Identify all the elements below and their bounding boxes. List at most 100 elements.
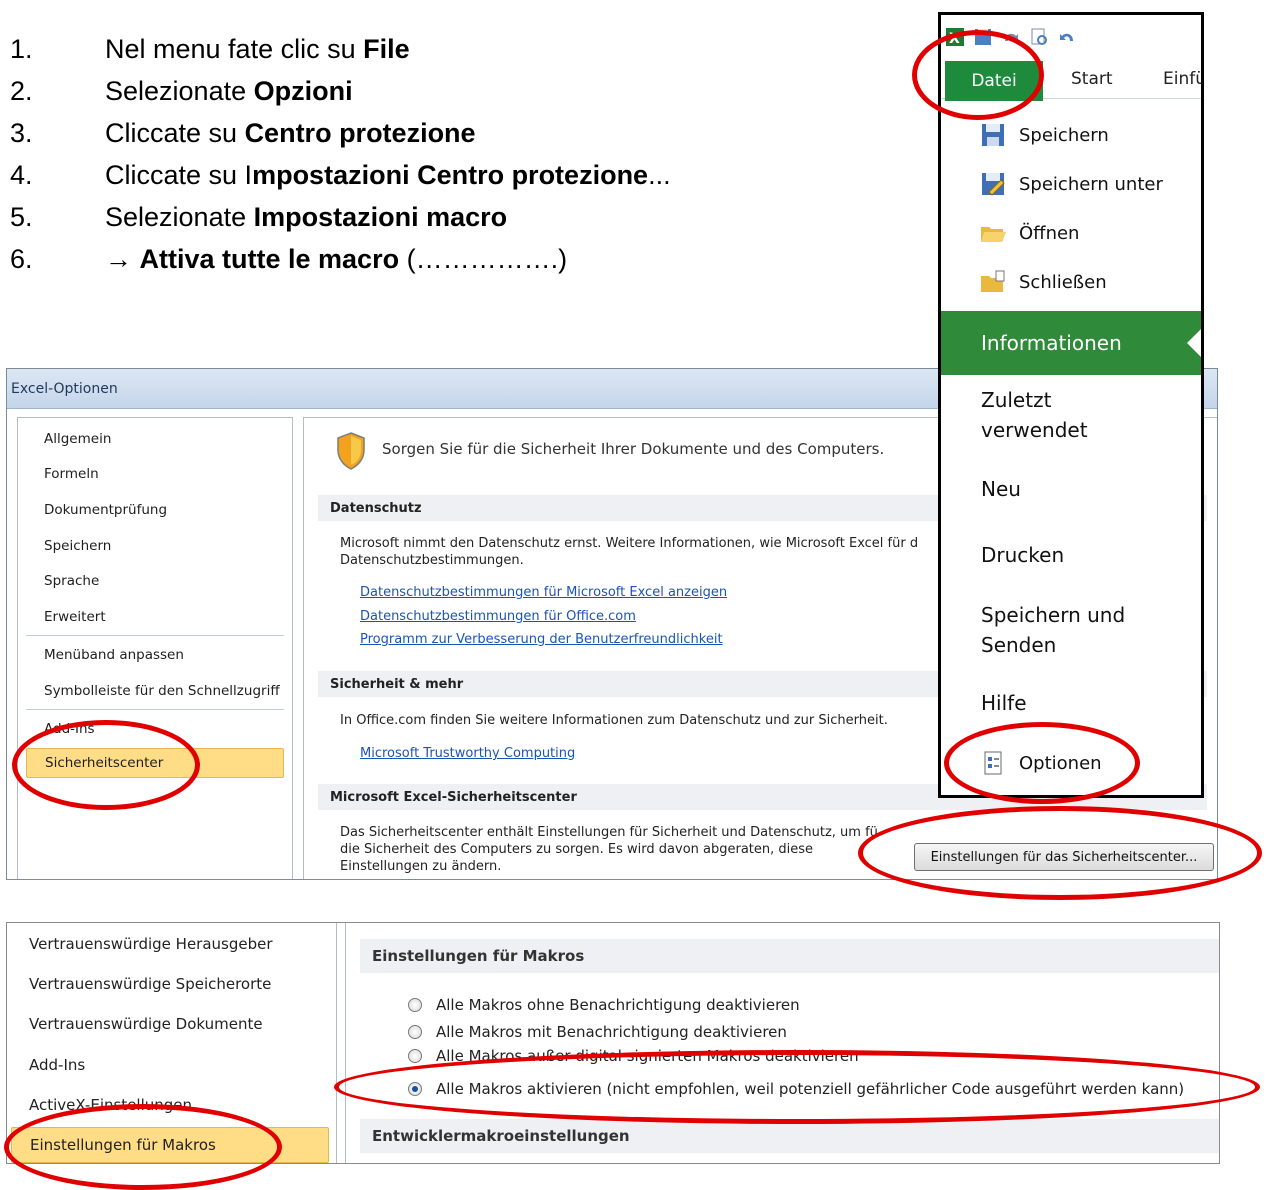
nav-item-sprache[interactable]: Sprache xyxy=(26,566,284,596)
ribbon-tab-row: Datei Start Einfü xyxy=(941,59,1201,101)
nav-item-sicherheitscenter[interactable]: Sicherheitscenter xyxy=(26,748,284,778)
step-text: → Attiva tutte le macro (…………….) xyxy=(105,244,567,275)
nav-item-schnellzugriff[interactable]: Symbolleiste für den Schnellzugriff xyxy=(26,676,284,706)
save-icon xyxy=(982,124,1004,146)
step-number: 5. xyxy=(10,201,33,232)
nav-item-dokumentpruefung[interactable]: Dokumentprüfung xyxy=(26,495,284,525)
step-plain: Selezionate xyxy=(105,201,254,232)
excel-icon: X xyxy=(946,28,964,47)
step-text: Cliccate su Impostazioni Centro protezio… xyxy=(105,160,671,191)
radio-option-disable-no-notify[interactable]: Alle Makros ohne Benachrichtigung deakti… xyxy=(408,993,800,1017)
step-number: 3. xyxy=(10,117,33,148)
step-plain: ... xyxy=(648,159,671,190)
trust-center-line: Einstellungen zu ändern. xyxy=(340,859,502,874)
radio-option-disable-except-signed[interactable]: Alle Makros außer digital signierten Mak… xyxy=(408,1047,859,1065)
nav-item-add-ins[interactable]: Add-Ins xyxy=(26,714,284,744)
step-bold: Impostazioni macro xyxy=(253,201,508,232)
sicherheit-text: In Office.com finden Sie weitere Informa… xyxy=(340,713,888,728)
radio-button[interactable] xyxy=(408,1049,422,1063)
file-menu-label: Speichern unter xyxy=(1019,173,1163,195)
radio-label: Alle Makros ohne Benachrichtigung deakti… xyxy=(436,996,800,1014)
nav-vertrauenswuerdige-herausgeber[interactable]: Vertrauenswürdige Herausgeber xyxy=(11,926,329,962)
link-benutzerfreundlichkeit[interactable]: Programm zur Verbesserung der Benutzerfr… xyxy=(360,632,723,647)
nav-vertrauenswuerdige-speicherorte[interactable]: Vertrauenswürdige Speicherorte xyxy=(11,966,329,1002)
file-menu-oeffnen[interactable]: Öffnen xyxy=(941,219,1201,247)
nav-item-speichern[interactable]: Speichern xyxy=(26,531,284,561)
datenschutz-line: Microsoft nimmt den Datenschutz ernst. W… xyxy=(340,536,919,551)
file-menu-speichern-unter[interactable]: Speichern unter xyxy=(941,170,1201,198)
step-3: 3. Cliccate su Centro protezione xyxy=(10,112,910,154)
file-menu-label: Zuletzt xyxy=(981,388,1052,412)
section-makro-einstellungen: Einstellungen für Makros xyxy=(360,939,1219,973)
step-plain: Cliccate su xyxy=(105,117,245,148)
link-datenschutz-office[interactable]: Datenschutzbestimmungen für Office.com xyxy=(360,609,636,624)
link-datenschutz-excel[interactable]: Datenschutzbestimmungen für Microsoft Ex… xyxy=(360,585,727,600)
radio-button[interactable] xyxy=(408,998,422,1012)
step-plain: Selezionate xyxy=(105,75,254,106)
nav-item-erweitert[interactable]: Erweitert xyxy=(26,602,284,632)
radio-button[interactable] xyxy=(408,1025,422,1039)
datenschutz-line: Datenschutzbestimmungen. xyxy=(340,553,524,568)
nav-add-ins[interactable]: Add-Ins xyxy=(11,1047,329,1083)
save-icon[interactable] xyxy=(973,27,993,47)
open-folder-icon xyxy=(981,227,1006,242)
step-number: 4. xyxy=(10,159,33,190)
file-menu-speichern-senden[interactable]: Speichern und Senden xyxy=(981,600,1125,660)
file-menu-label: verwendet xyxy=(981,418,1088,442)
nav-separator xyxy=(26,709,284,710)
file-menu-label: Informationen xyxy=(981,331,1122,355)
shield-icon xyxy=(337,432,365,470)
file-menu-label: Senden xyxy=(981,633,1057,657)
step-4: 4. Cliccate su Impostazioni Centro protez… xyxy=(10,154,910,196)
tab-datei[interactable]: Datei xyxy=(945,61,1043,101)
trust-center-line: Das Sicherheitscenter enthält Einstellun… xyxy=(340,825,878,840)
file-menu-informationen[interactable]: Informationen xyxy=(941,311,1201,375)
options-nav: Allgemein Formeln Dokumentprüfung Speich… xyxy=(17,417,293,879)
file-menu-label: Speichern xyxy=(1019,124,1109,146)
step-bold: Centro protezione xyxy=(244,117,476,148)
step-text: Selezionate Impostazioni macro xyxy=(105,202,507,233)
step-5: 5. Selezionate Impostazioni macro xyxy=(10,196,910,238)
radio-option-enable-all[interactable]: Alle Makros aktivieren (nicht empfohlen,… xyxy=(408,1077,1184,1101)
file-menu-label: Schließen xyxy=(1019,271,1107,293)
tab-start[interactable]: Start xyxy=(1071,69,1113,89)
nav-separator xyxy=(26,635,284,636)
radio-label: Alle Makros aktivieren (nicht empfohlen,… xyxy=(436,1080,1185,1098)
section-entwicklermakro: Entwicklermakroeinstellungen xyxy=(360,1119,1219,1153)
file-menu-label: Optionen xyxy=(1019,752,1102,774)
nav-activex-einstellungen[interactable]: ActiveX-Einstellungen xyxy=(11,1087,329,1123)
radio-button-checked[interactable] xyxy=(408,1082,422,1096)
trust-center-line: die Sicherheit des Computers zu sorgen. … xyxy=(340,842,814,857)
step-plain: Nel menu fate clic su xyxy=(105,33,364,64)
file-menu-optionen[interactable]: Optionen xyxy=(941,749,1201,777)
undo-icon[interactable] xyxy=(1057,27,1077,47)
nav-item-allgemein[interactable]: Allgemein xyxy=(26,424,284,454)
file-menu-speichern[interactable]: Speichern xyxy=(941,121,1201,149)
file-menu-schliessen[interactable]: Schließen xyxy=(941,268,1201,296)
radio-label: Alle Makros mit Benachrichtigung deaktiv… xyxy=(436,1023,787,1041)
print-preview-icon[interactable] xyxy=(1029,27,1049,47)
step-plain: → xyxy=(105,243,140,274)
step-text: Selezionate Opzioni xyxy=(105,76,353,107)
link-trustworthy[interactable]: Microsoft Trustworthy Computing xyxy=(360,746,575,761)
file-menu-label: Speichern und xyxy=(981,603,1126,627)
svg-text:X: X xyxy=(949,31,960,47)
file-menu-drucken[interactable]: Drucken xyxy=(981,540,1064,570)
file-menu-hilfe[interactable]: Hilfe xyxy=(981,688,1027,718)
step-number: 1. xyxy=(10,33,33,64)
redo-icon[interactable] xyxy=(1001,27,1021,47)
dialog-title: Excel-Optionen xyxy=(11,380,118,397)
datenschutz-text: Microsoft nimmt den Datenschutz ernst. W… xyxy=(340,535,918,569)
trust-center-settings-button[interactable]: Einstellungen für das Sicherheitscenter.… xyxy=(914,843,1214,871)
trust-center-nav: Vertrauenswürdige Herausgeber Vertrauens… xyxy=(7,923,337,1163)
step-bold: Attiva tutte le macro xyxy=(139,243,400,274)
radio-option-disable-notify[interactable]: Alle Makros mit Benachrichtigung deaktiv… xyxy=(408,1020,787,1044)
nav-item-formeln[interactable]: Formeln xyxy=(26,459,284,489)
file-menu-zuletzt-verwendet[interactable]: Zuletzt verwendet xyxy=(981,385,1088,445)
nav-item-menueband[interactable]: Menüband anpassen xyxy=(26,640,284,670)
nav-vertrauenswuerdige-dokumente[interactable]: Vertrauenswürdige Dokumente xyxy=(11,1006,329,1042)
file-menu-label: Öffnen xyxy=(1019,222,1080,244)
tab-einfuegen[interactable]: Einfü xyxy=(1163,69,1201,89)
file-menu-neu[interactable]: Neu xyxy=(981,474,1021,504)
nav-einstellungen-makros[interactable]: Einstellungen für Makros xyxy=(11,1127,329,1163)
